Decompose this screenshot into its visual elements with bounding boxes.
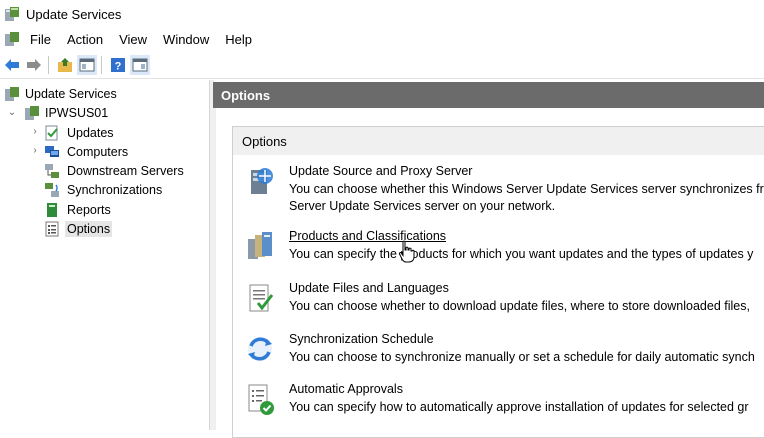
options-card-header: Options — [233, 127, 764, 155]
menu-view[interactable]: View — [111, 32, 155, 47]
tree-item-updates[interactable]: Updates — [44, 123, 116, 142]
tree-label: Update Services — [25, 86, 117, 101]
tree-label: Computers — [67, 144, 129, 159]
back-button[interactable] — [2, 55, 22, 75]
option-description: You can choose whether this Windows Serv… — [289, 181, 764, 214]
show-hide-console-tree-button[interactable] — [77, 54, 97, 75]
option-update-source[interactable]: Update Source and Proxy Server You can c… — [245, 164, 764, 214]
option-title: Update Source and Proxy Server — [289, 164, 473, 178]
option-description: You can choose to synchronize manually o… — [289, 349, 764, 366]
help-button[interactable]: ? — [108, 55, 128, 75]
synchronizations-icon — [45, 182, 59, 197]
title-bar: Update Services — [0, 0, 764, 28]
menu-window[interactable]: Window — [155, 32, 217, 47]
updates-icon — [45, 125, 58, 140]
system-menu-icon[interactable] — [4, 31, 20, 47]
toolbar-separator — [101, 55, 102, 74]
toolbar-separator — [48, 55, 49, 74]
svg-text:?: ? — [115, 60, 122, 72]
menu-bar: File Action View Window Help — [0, 28, 764, 50]
option-title: Update Files and Languages — [289, 281, 449, 295]
option-synchronization-schedule[interactable]: Synchronization Schedule You can choose … — [245, 332, 764, 368]
server-icon — [25, 105, 39, 120]
tree-label: Synchronizations — [67, 182, 163, 197]
menu-action[interactable]: Action — [59, 32, 111, 47]
update-source-icon — [251, 168, 273, 194]
update-services-icon — [5, 86, 19, 101]
tree-label: Updates — [67, 125, 114, 140]
description-line: You can specify the products for which y… — [289, 247, 754, 261]
update-files-icon — [249, 284, 274, 312]
expand-chevron-right-icon[interactable]: › — [30, 127, 40, 137]
sync-schedule-icon — [248, 337, 272, 361]
option-title: Synchronization Schedule — [289, 332, 434, 346]
expand-chevron-right-icon[interactable]: › — [30, 146, 40, 156]
option-title: Automatic Approvals — [289, 382, 403, 396]
action-pane-icon — [132, 58, 148, 71]
option-automatic-approvals[interactable]: Automatic Approvals You can specify how … — [245, 382, 764, 422]
description-line: Server Update Services server on your ne… — [289, 198, 556, 213]
help-icon: ? — [111, 57, 125, 72]
option-description: You can choose whether to download updat… — [289, 298, 764, 315]
folder-up-icon — [58, 57, 72, 72]
description-line: You can choose whether this Windows Serv… — [289, 182, 764, 196]
tree-label: Options — [65, 220, 113, 237]
option-description: You can specify how to automatically app… — [289, 399, 764, 416]
reports-icon — [47, 202, 57, 217]
pane-header: Options — [213, 82, 764, 108]
option-update-files-languages[interactable]: Update Files and Languages You can choos… — [245, 281, 764, 317]
back-arrow-icon — [5, 58, 19, 71]
computers-icon — [45, 145, 59, 157]
forward-button[interactable] — [24, 55, 44, 75]
tree-item-options[interactable]: Options — [44, 219, 113, 238]
tree-label: Downstream Servers — [67, 163, 184, 178]
update-services-app-icon — [5, 7, 19, 21]
tree-item-reports[interactable]: Reports — [44, 200, 113, 219]
console-tree-icon — [79, 58, 95, 71]
expand-chevron-down-icon[interactable]: ⌄ — [7, 108, 17, 118]
menu-help[interactable]: Help — [217, 32, 260, 47]
downstream-servers-icon — [45, 163, 59, 178]
tree-label: IPWSUS01 — [45, 105, 109, 120]
options-icon — [45, 221, 59, 236]
option-products-classifications[interactable]: Products and Classifications You can spe… — [245, 229, 764, 265]
window-title: Update Services — [26, 6, 122, 22]
show-hide-action-pane-button[interactable] — [130, 54, 150, 75]
toolbar: ? — [0, 51, 764, 79]
tree-item-computers[interactable]: Computers — [44, 142, 130, 161]
up-one-level-button[interactable] — [55, 55, 75, 75]
option-description: You can specify the products for which y… — [289, 246, 764, 263]
tree-item-synchronizations[interactable]: Synchronizations — [44, 180, 164, 199]
products-icon — [248, 232, 272, 259]
description-line: You can choose to synchronize manually o… — [289, 350, 755, 364]
products-classifications-link[interactable]: Products and Classifications — [289, 229, 446, 243]
forward-arrow-icon — [27, 58, 41, 71]
auto-approvals-icon — [248, 384, 274, 415]
tree-item-server[interactable]: IPWSUS01 — [24, 103, 110, 122]
tree-root-update-services[interactable]: Update Services — [4, 84, 119, 103]
description-line: You can specify how to automatically app… — [289, 400, 749, 414]
menu-file[interactable]: File — [22, 32, 59, 47]
hand-cursor-icon — [398, 240, 415, 263]
tree-label: Reports — [67, 202, 111, 217]
tree-item-downstream-servers[interactable]: Downstream Servers — [44, 161, 186, 180]
description-line: You can choose whether to download updat… — [289, 299, 750, 313]
